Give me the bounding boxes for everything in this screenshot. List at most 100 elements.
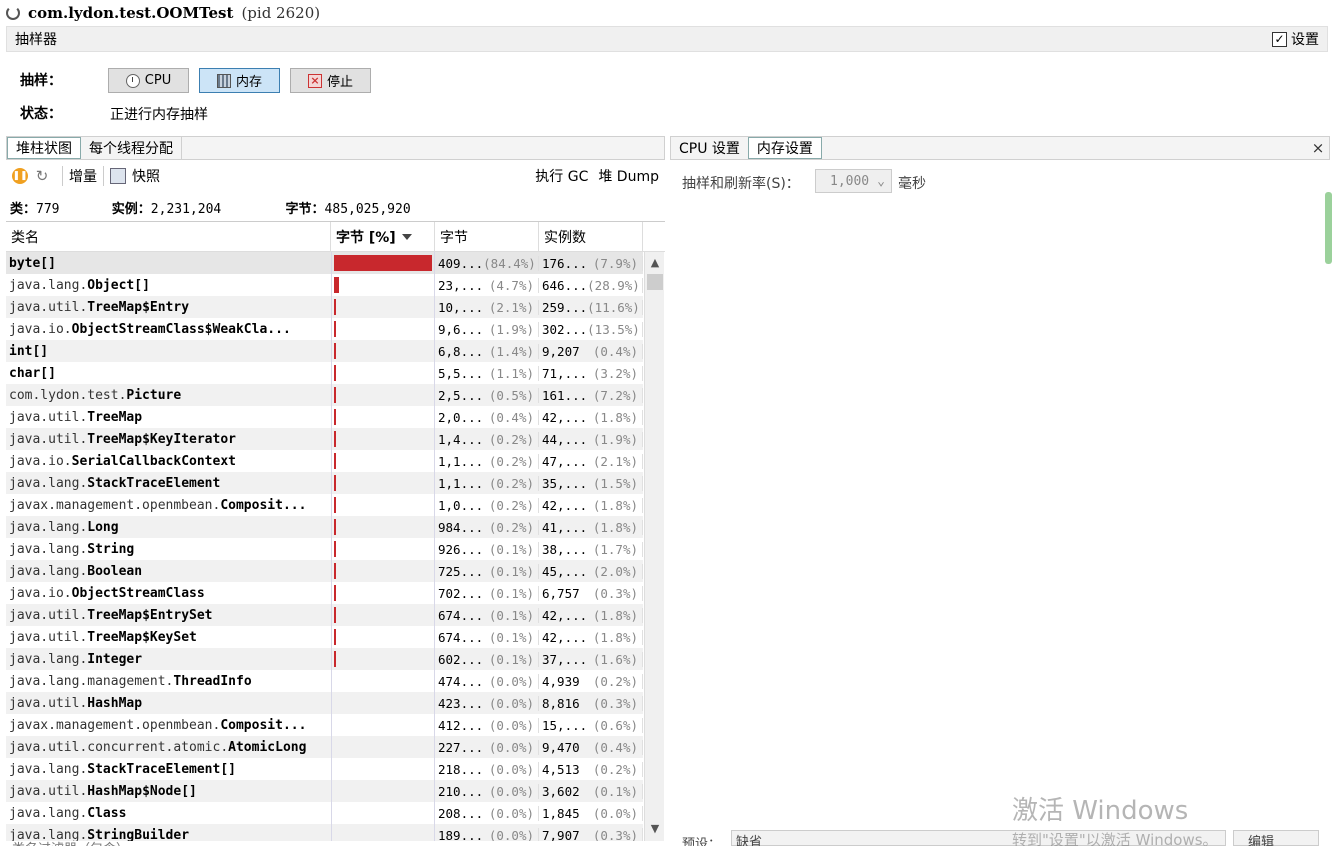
tab-heap-histogram[interactable]: 堆柱状图 xyxy=(7,137,81,159)
table-row[interactable]: java.lang.Object[] 23,... (4.7%) 646... (28.… xyxy=(6,274,643,296)
instances-percent: (0.4%) xyxy=(592,343,638,359)
table-row[interactable]: char[] 5,5... (1.1%) 71,... (3.2%) xyxy=(6,362,643,384)
edit-button[interactable]: 编辑 xyxy=(1233,830,1319,846)
instances-cell: 176... (7.9%) xyxy=(539,255,643,271)
class-name-cell: char[] xyxy=(6,366,331,381)
toolbar-divider xyxy=(103,166,104,186)
table-row[interactable]: java.lang.StackTraceElement 1,1... (0.2%) 3… xyxy=(6,472,643,494)
instances-percent: (2.1%) xyxy=(592,453,638,469)
class-package: javax.management.openmbean. xyxy=(9,497,221,513)
table-row[interactable]: java.util.TreeMap$Entry 10,... (2.1%) 259..… xyxy=(6,296,643,318)
table-row[interactable]: java.util.TreeMap$KeySet 674... (0.1%) 42,.… xyxy=(6,626,643,648)
bytes-value: 409... xyxy=(438,255,484,271)
class-package: java.lang. xyxy=(9,277,88,293)
refresh-icon[interactable]: ↻ xyxy=(34,167,50,185)
tab-per-thread[interactable]: 每个线程分配 xyxy=(81,137,182,159)
table-row[interactable]: java.lang.Long 984... (0.2%) 41,... (1.8%) xyxy=(6,516,643,538)
table-row[interactable]: java.util.TreeMap$EntrySet 674... (0.1%) 42… xyxy=(6,604,643,626)
column-instances[interactable]: 实例数 xyxy=(539,222,643,252)
table-row[interactable]: java.lang.management.ThreadInfo 474... (0.… xyxy=(6,670,643,692)
heap-dump-button[interactable]: 堆 Dump xyxy=(598,166,659,186)
table-row[interactable]: java.util.HashMap$Node[] 210... (0.0%) 3,60… xyxy=(6,780,643,802)
table-row[interactable]: java.lang.String 926... (0.1%) 38,... (1.7%) xyxy=(6,538,643,560)
bytes-percent-cell xyxy=(331,582,435,604)
scroll-up-icon[interactable]: ▲ xyxy=(645,254,665,272)
watermark-line1: 激活 Windows xyxy=(1012,796,1189,826)
instances-percent: (0.4%) xyxy=(592,739,638,755)
run-gc-button[interactable]: 执行 GC xyxy=(535,166,588,186)
table-row[interactable]: java.lang.StackTraceElement[] 218... (0.0%… xyxy=(6,758,643,780)
chevron-down-icon: ⌄ xyxy=(877,173,885,189)
table-row[interactable]: java.lang.Boolean 725... (0.1%) 45,... (2.0%… xyxy=(6,560,643,582)
class-package: java.util. xyxy=(9,783,88,799)
snapshot-button[interactable]: 快照 xyxy=(132,166,160,186)
bytes-percent: (0.2%) xyxy=(488,475,534,491)
close-icon[interactable]: × xyxy=(1307,137,1329,159)
table-row[interactable]: javax.management.openmbean.Composit... 41… xyxy=(6,714,643,736)
instances-cell: 47,... (2.1%) xyxy=(539,453,643,469)
instances-value: 35,... xyxy=(542,475,588,491)
table-row[interactable]: java.io.ObjectStreamClass 702... (0.1%) 6,7… xyxy=(6,582,643,604)
memory-button[interactable]: 内存 xyxy=(199,68,280,93)
instances-cell: 302... (13.5%) xyxy=(539,321,643,337)
instances-value: 42,... xyxy=(542,629,588,645)
table-row[interactable]: int[] 6,8... (1.4%) 9,207 (0.4%) xyxy=(6,340,643,362)
bytes-cell: 926... (0.1%) xyxy=(435,541,539,557)
instances-value: 9,207 xyxy=(542,343,580,359)
classes-label: 类： xyxy=(10,202,37,217)
table-row[interactable]: java.lang.Integer 602... (0.1%) 37,... (1.6%… xyxy=(6,648,643,670)
table-scrollbar[interactable]: ▲ ▼ xyxy=(644,252,664,841)
right-panel-scroll-indicator[interactable] xyxy=(1325,192,1332,264)
table-row[interactable]: java.util.TreeMap 2,0... (0.4%) 42,... (1.8%… xyxy=(6,406,643,428)
column-bytes-percent[interactable]: 字节 [%] xyxy=(331,222,435,252)
table-row[interactable]: java.util.concurrent.atomic.AtomicLong 22… xyxy=(6,736,643,758)
bytes-value: 2,5... xyxy=(438,387,484,403)
bytes-cell: 409... (84.4%) xyxy=(435,255,539,271)
table-row[interactable]: java.io.SerialCallbackContext 1,1... (0.2%… xyxy=(6,450,643,472)
table-row[interactable]: javax.management.openmbean.Composit... 1,… xyxy=(6,494,643,516)
class-name-cell: java.io.ObjectStreamClass xyxy=(6,586,331,601)
column-bytes[interactable]: 字节 xyxy=(435,222,539,252)
pause-icon[interactable]: ❚❚ xyxy=(12,168,28,184)
column-class-name[interactable]: 类名 xyxy=(6,222,331,252)
memory-button-label: 内存 xyxy=(235,75,262,90)
class-simple-name: char[] xyxy=(9,365,56,381)
class-filter-input[interactable]: 类名过滤器（包含） xyxy=(6,838,665,846)
class-simple-name: Composit... xyxy=(220,717,307,733)
bytes-percent-bar xyxy=(334,475,336,491)
instances-percent: (2.0%) xyxy=(592,563,638,579)
table-row[interactable]: java.io.ObjectStreamClass$WeakCla... 9,6.… xyxy=(6,318,643,340)
instances-cell: 259... (11.6%) xyxy=(539,299,643,315)
table-row[interactable]: java.lang.Class 208... (0.0%) 1,845 (0.0%) xyxy=(6,802,643,824)
stop-button[interactable]: × 停止 xyxy=(290,68,371,93)
bytes-percent-bar xyxy=(334,453,336,469)
bytes-cell: 9,6... (1.9%) xyxy=(435,321,539,337)
preset-label: 预设： xyxy=(682,837,722,846)
instances-percent: (0.6%) xyxy=(592,717,638,733)
tab-cpu-settings[interactable]: CPU 设置 xyxy=(671,137,748,159)
instances-percent: (28.9%) xyxy=(587,277,640,293)
delta-button[interactable]: 增量 xyxy=(69,166,97,186)
class-name-cell: byte[] xyxy=(6,256,331,271)
instances-cell: 646... (28.9%) xyxy=(539,277,643,293)
table-row[interactable]: com.lydon.test.Picture 2,5... (0.5%) 161...… xyxy=(6,384,643,406)
table-row[interactable]: byte[] 409... (84.4%) 176... (7.9%) xyxy=(6,252,643,274)
sampling-rate-select[interactable]: 1,000 ⌄ xyxy=(815,169,892,193)
instances-percent: (1.8%) xyxy=(592,519,638,535)
bytes-value: 23,... xyxy=(438,277,484,293)
bytes-value: 1,0... xyxy=(438,497,484,513)
tab-memory-settings[interactable]: 内存设置 xyxy=(747,137,822,159)
cpu-button[interactable]: CPU xyxy=(108,68,189,93)
settings-toggle[interactable]: ✓ 设置 xyxy=(1272,29,1319,49)
bytes-percent: (0.0%) xyxy=(488,783,534,799)
table-row[interactable]: java.util.HashMap 423... (0.0%) 8,816 (0.3%) xyxy=(6,692,643,714)
scroll-down-icon[interactable]: ▼ xyxy=(645,820,665,838)
class-simple-name: Integer xyxy=(87,651,143,667)
scroll-thumb[interactable] xyxy=(647,274,663,290)
bytes-value: 602... xyxy=(438,651,484,667)
settings-checkbox[interactable]: ✓ xyxy=(1272,31,1287,47)
instances-value: 15,... xyxy=(542,717,588,733)
class-name-cell: java.lang.management.ThreadInfo xyxy=(6,674,331,689)
table-row[interactable]: java.util.TreeMap$KeyIterator 1,4... (0.2%… xyxy=(6,428,643,450)
bytes-percent-cell xyxy=(331,252,435,274)
